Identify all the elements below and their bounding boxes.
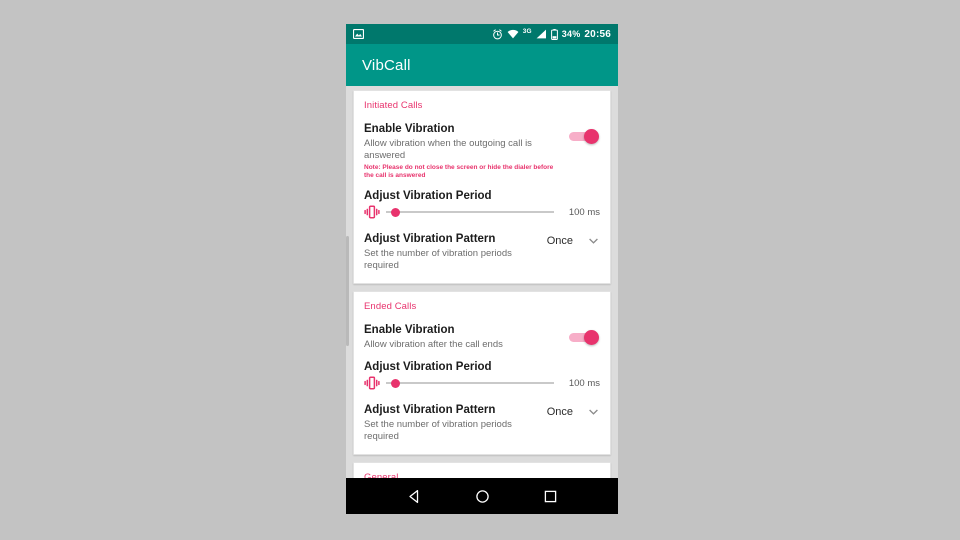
image-icon bbox=[353, 29, 364, 39]
alarm-icon bbox=[492, 28, 502, 39]
section-header-ended-calls: Ended Calls bbox=[364, 301, 417, 312]
dropdown-value: Once bbox=[546, 235, 573, 247]
row-vibration-pattern-initiated[interactable]: Adjust Vibration Pattern Set the number … bbox=[354, 227, 610, 279]
status-bar: 3G 34% 20:56 bbox=[346, 24, 618, 44]
slider-vibration-period-initiated[interactable] bbox=[386, 205, 554, 219]
screenshot-canvas: 3G 34% 20:56 VibCall Initiated Calls Ena… bbox=[0, 0, 960, 540]
dropdown-value: Once bbox=[546, 406, 573, 418]
back-button-icon[interactable] bbox=[407, 489, 422, 504]
slider-line: 100 ms bbox=[364, 205, 600, 219]
row-subtitle: Set the number of vibration periods requ… bbox=[364, 248, 512, 271]
android-navigation-bar bbox=[346, 478, 618, 514]
row-text-block: Enable Vibration Allow vibration after t… bbox=[364, 323, 568, 351]
row-title: Adjust Vibration Pattern bbox=[364, 404, 496, 416]
toggle-enable-vibration-ended[interactable] bbox=[568, 327, 600, 347]
battery-icon bbox=[550, 28, 558, 40]
slider-block-initiated: Adjust Vibration Period 100 ms bbox=[354, 187, 610, 227]
chevron-down-icon[interactable] bbox=[589, 409, 598, 415]
row-subtitle: Allow vibration when the outgoing call i… bbox=[364, 138, 532, 161]
slider-value-label: 100 ms bbox=[568, 377, 600, 389]
battery-percent-label: 34% bbox=[561, 29, 581, 39]
row-subtitle: Allow vibration after the call ends bbox=[364, 339, 503, 350]
slider-thumb[interactable] bbox=[391, 378, 401, 388]
slider-block-ended: Adjust Vibration Period 100 ms bbox=[354, 358, 610, 398]
row-subtitle: Set the number of vibration periods requ… bbox=[364, 419, 512, 442]
slider-label: Adjust Vibration Period bbox=[364, 361, 492, 373]
dropdown-vibration-pattern-ended[interactable]: Once bbox=[547, 406, 600, 418]
row-title: Adjust Vibration Pattern bbox=[364, 233, 496, 245]
slider-track bbox=[386, 211, 554, 213]
toggle-thumb bbox=[584, 329, 599, 345]
recents-button-icon[interactable] bbox=[543, 489, 558, 504]
row-title: Enable Vibration bbox=[364, 123, 455, 135]
page-title: VibCall bbox=[362, 56, 411, 74]
row-vibration-pattern-ended[interactable]: Adjust Vibration Pattern Set the number … bbox=[354, 398, 610, 450]
toggle-thumb bbox=[584, 128, 599, 144]
row-text-block: Adjust Vibration Pattern Set the number … bbox=[364, 403, 547, 443]
card-ended-calls: Ended Calls Enable Vibration Allow vibra… bbox=[353, 291, 611, 455]
slider-value-label: 100 ms bbox=[568, 206, 600, 218]
row-text-block: Adjust Vibration Pattern Set the number … bbox=[364, 232, 547, 272]
settings-scroll-area[interactable]: Initiated Calls Enable Vibration Allow v… bbox=[346, 86, 618, 500]
vertical-scrollbar[interactable] bbox=[346, 236, 349, 346]
chevron-down-icon[interactable] bbox=[589, 238, 598, 244]
signal-icon bbox=[536, 29, 546, 39]
app-bar: VibCall bbox=[346, 44, 618, 86]
home-button-icon[interactable] bbox=[475, 489, 490, 504]
slider-label: Adjust Vibration Period bbox=[364, 190, 492, 202]
row-title: Enable Vibration bbox=[364, 324, 455, 336]
network-type-label: 3G bbox=[522, 27, 532, 35]
status-bar-right: 3G 34% 20:56 bbox=[492, 27, 611, 40]
vibration-icon bbox=[364, 205, 380, 219]
slider-vibration-period-ended[interactable] bbox=[386, 376, 554, 390]
card-initiated-calls: Initiated Calls Enable Vibration Allow v… bbox=[353, 90, 611, 284]
status-bar-left bbox=[353, 29, 364, 39]
row-enable-vibration-ended[interactable]: Enable Vibration Allow vibration after t… bbox=[354, 318, 610, 358]
status-bar-clock: 20:56 bbox=[584, 28, 611, 40]
section-header-initiated-calls: Initiated Calls bbox=[364, 100, 423, 111]
row-text-block: Enable Vibration Allow vibration when th… bbox=[364, 122, 568, 180]
phone-frame: 3G 34% 20:56 VibCall Initiated Calls Ena… bbox=[346, 24, 618, 514]
row-note: Note: Please do not close the screen or … bbox=[364, 164, 554, 179]
dropdown-vibration-pattern-initiated[interactable]: Once bbox=[547, 235, 600, 247]
vibration-icon bbox=[364, 376, 380, 390]
slider-thumb[interactable] bbox=[391, 207, 401, 217]
slider-line: 100 ms bbox=[364, 376, 600, 390]
wifi-icon bbox=[507, 29, 519, 39]
toggle-enable-vibration-initiated[interactable] bbox=[568, 126, 600, 146]
slider-track bbox=[386, 382, 554, 384]
row-enable-vibration-initiated[interactable]: Enable Vibration Allow vibration when th… bbox=[354, 117, 610, 187]
